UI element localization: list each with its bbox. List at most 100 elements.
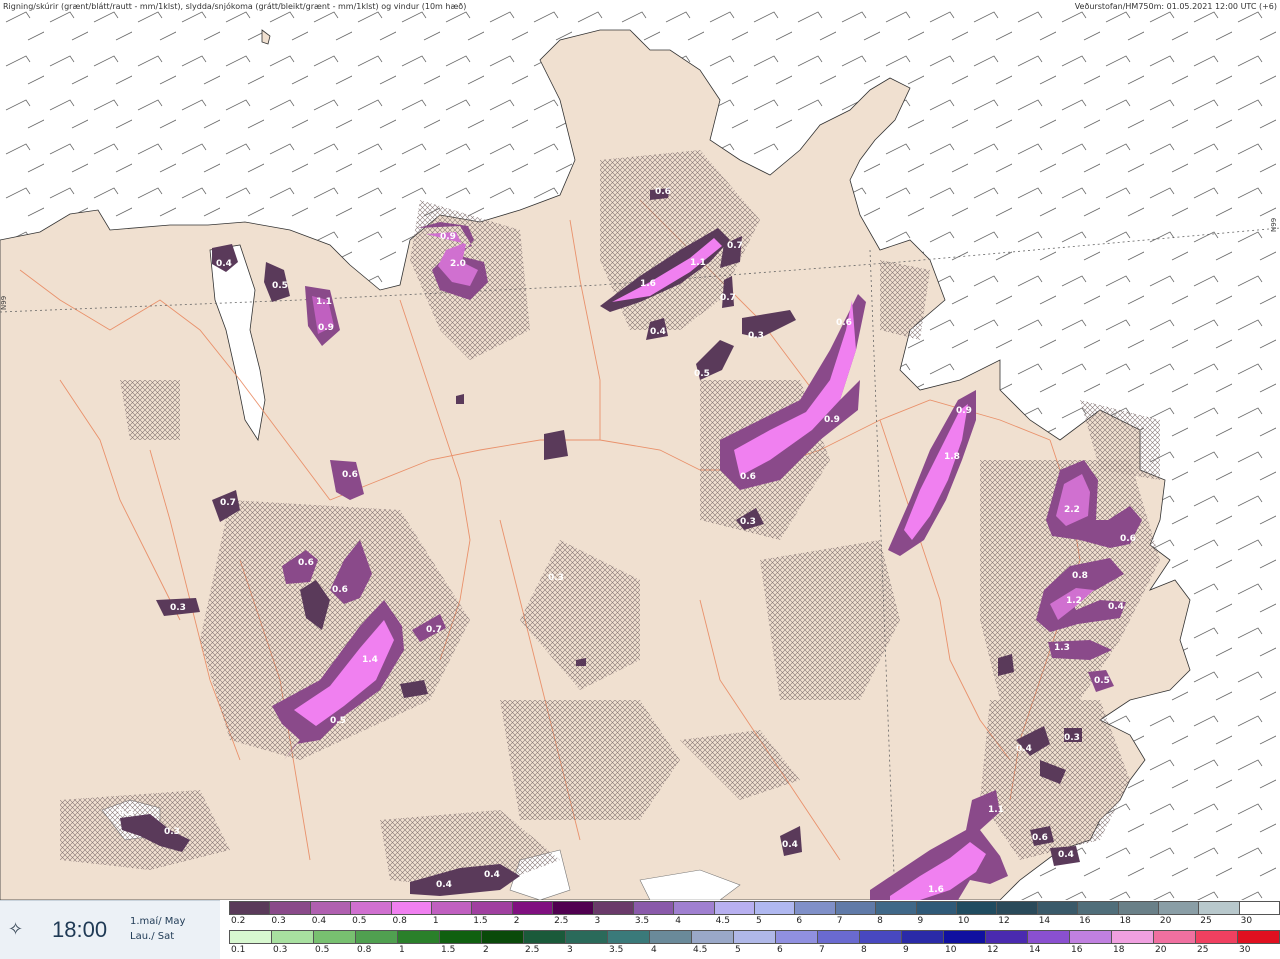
rain-swatch <box>1069 930 1112 944</box>
rain-scale-label: 4.5 <box>693 945 708 955</box>
snow-swatch <box>1198 901 1240 915</box>
precip-label: 2.0 <box>450 259 466 269</box>
precip-label: 0.4 <box>1058 850 1074 860</box>
rain-swatch <box>313 930 356 944</box>
snow-scale-label: 6 <box>796 916 803 926</box>
model-run-info: Veðurstofan/HM750m: 01.05.2021 12:00 UTC… <box>1074 2 1277 11</box>
precip-label: 0.3 <box>164 827 180 837</box>
time-panel: ✧ 18:00 1.maí/ May Lau./ Sat <box>0 900 220 959</box>
precip-label: 0.6 <box>342 470 358 480</box>
snow-scale-label: 18 <box>1119 916 1131 926</box>
rain-swatch <box>985 930 1028 944</box>
rain-scale-label: 10 <box>945 945 957 955</box>
rain-scale-label: 0.5 <box>315 945 330 955</box>
rain-swatch <box>355 930 398 944</box>
snow-scale-labels: 0.2 0.3 0.4 0.5 0.8 1 1.5 2 2.5 3 3.5 4 4.5 5 6 7 8 9 10 12… <box>229 916 1279 928</box>
snow-scale-label: 2 <box>513 916 520 926</box>
precip-label: 1.1 <box>690 258 706 268</box>
sun-icon: ✧ <box>8 919 24 940</box>
precip-label: 0.9 <box>318 323 334 333</box>
rain-swatch <box>523 930 566 944</box>
rain-scale-label: 2.5 <box>525 945 540 955</box>
snow-scale-label: 12 <box>998 916 1010 926</box>
rain-swatch <box>439 930 482 944</box>
rain-swatch <box>1027 930 1070 944</box>
weather-map[interactable]: N99 N99 0.4 0.5 1.1 0.9 0.9 2.0 0.6 0.7 … <box>0 0 1280 958</box>
precip-label: 0.4 <box>436 880 452 890</box>
snow-scale-label: 4 <box>675 916 681 926</box>
precip-label: 0.6 <box>298 558 314 568</box>
precip-label: 0.9 <box>440 232 456 242</box>
precip-label: 0.7 <box>220 498 236 508</box>
precip-label: 0.6 <box>740 472 756 482</box>
precip-label: 0.3 <box>170 603 186 613</box>
rain-scale-label: 5 <box>735 945 741 955</box>
snow-swatch <box>471 901 513 915</box>
snow-scale-label: 0.5 <box>352 916 367 926</box>
rain-scale-labels: 0.1 0.3 0.5 0.8 1 1.5 2 2.5 3 3.5 4 4.5 5 6 7 8 9 10 12 14 1… <box>229 945 1279 957</box>
precip-label: 0.4 <box>782 840 798 850</box>
precip-label: 1.6 <box>928 885 944 895</box>
snow-scale-label: 14 <box>1038 916 1051 926</box>
precip-label: 0.3 <box>1064 733 1080 743</box>
snow-swatch <box>713 901 756 915</box>
rain-scale-label: 14 <box>1029 945 1041 955</box>
forecast-time: 18:00 <box>52 917 108 942</box>
rain-swatch <box>1153 930 1196 944</box>
snow-swatch <box>915 901 958 915</box>
precip-label: 1.2 <box>1066 596 1082 606</box>
rain-scale-label: 4 <box>651 945 657 955</box>
rain-scale-label: 6 <box>777 945 783 955</box>
snow-scale-label: 2.5 <box>554 916 569 926</box>
precip-label: 0.9 <box>824 415 840 425</box>
snow-swatch <box>673 901 715 915</box>
rain-swatch <box>649 930 692 944</box>
rain-scale-label: 0.3 <box>273 945 288 955</box>
rain-swatch <box>607 930 650 944</box>
rain-swatch <box>481 930 524 944</box>
precip-label: 1.3 <box>1054 643 1070 653</box>
rain-swatch <box>565 930 608 944</box>
rain-scale-label: 20 <box>1155 945 1167 955</box>
snow-scale-label: 7 <box>836 916 843 926</box>
rain-swatch <box>817 930 860 944</box>
rain-scale-label: 9 <box>903 945 909 955</box>
snow-scale-label: 1 <box>432 916 439 926</box>
rain-scale-label: 30 <box>1239 945 1251 955</box>
rain-scale-label: 18 <box>1113 945 1125 955</box>
precip-label: 0.5 <box>1094 676 1110 686</box>
precip-label: 2.2 <box>1064 505 1080 515</box>
precip-label: 0.6 <box>1120 534 1136 544</box>
snow-color-scale <box>229 901 1280 915</box>
snow-swatch <box>511 901 554 915</box>
rain-scale-label: 7 <box>819 945 825 955</box>
precip-label: 0.3 <box>748 331 764 341</box>
snow-swatch <box>834 901 877 915</box>
rain-swatch <box>691 930 734 944</box>
snow-scale-label: 30 <box>1240 916 1253 926</box>
rain-color-scale <box>229 930 1280 944</box>
precip-label: 0.3 <box>740 517 756 527</box>
snow-swatch <box>794 901 836 915</box>
precip-label: 0.8 <box>1072 571 1088 581</box>
precip-label: 0.7 <box>426 625 442 635</box>
precip-label: 0.4 <box>484 870 500 880</box>
snow-scale-label: 0.3 <box>271 916 286 926</box>
precip-label: 1.6 <box>640 279 656 289</box>
snow-swatch <box>350 901 392 915</box>
rain-scale-label: 8 <box>861 945 867 955</box>
snow-swatch <box>956 901 998 915</box>
rain-swatch <box>397 930 440 944</box>
snow-scale-label: 0.2 <box>231 916 246 926</box>
snow-swatch <box>592 901 634 915</box>
snow-scale-label: 5 <box>756 916 762 926</box>
precip-label: 0.3 <box>118 808 134 818</box>
snow-scale-label: 3 <box>594 916 601 926</box>
rain-scale-label: 3.5 <box>609 945 624 955</box>
rain-swatch <box>1195 930 1238 944</box>
snow-scale-label: 9 <box>917 916 924 926</box>
snow-swatch <box>1036 901 1079 915</box>
precip-label: 0.6 <box>1032 833 1048 843</box>
map-title: Rigning/skúrir (grænt/blátt/rautt - mm/1… <box>3 2 467 11</box>
snow-scale-label: 4.5 <box>715 916 730 926</box>
